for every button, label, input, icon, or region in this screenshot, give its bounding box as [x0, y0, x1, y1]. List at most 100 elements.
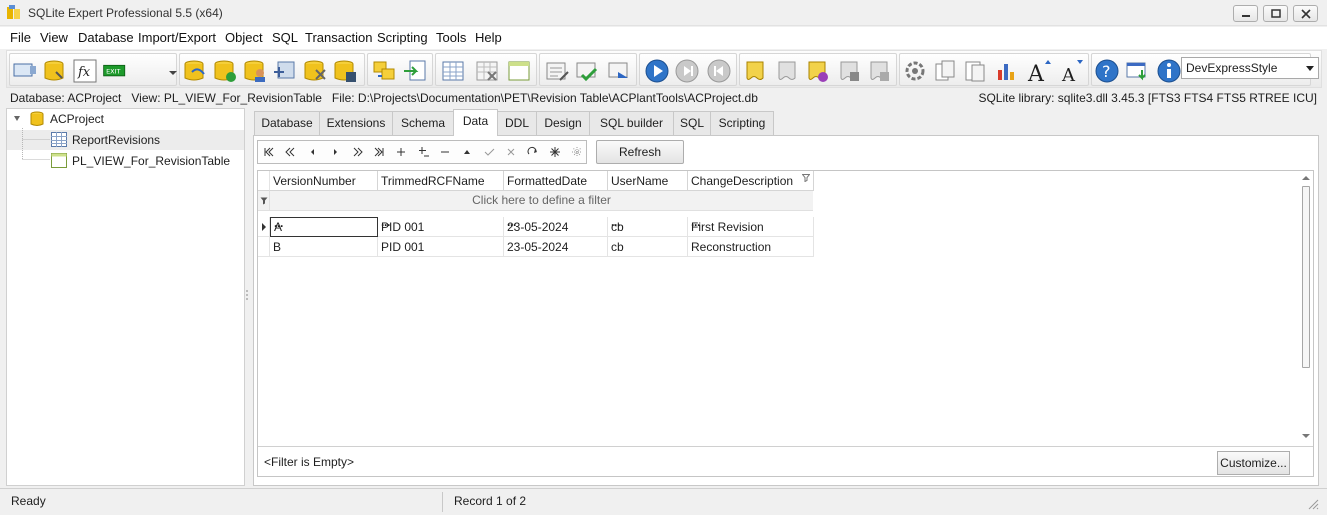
scroll-thumb[interactable]	[1302, 186, 1310, 368]
import-button[interactable]	[402, 58, 428, 84]
menu-help[interactable]: Help	[475, 30, 502, 45]
next-record-icon[interactable]	[327, 145, 343, 159]
tab-scripting[interactable]: Scripting	[710, 111, 774, 135]
drop-table-button[interactable]	[474, 58, 500, 84]
insert-record-icon[interactable]	[393, 145, 409, 159]
panel-splitter[interactable]	[245, 108, 251, 486]
table-cell[interactable]: cb ···	[608, 217, 688, 237]
db-user-button[interactable]	[242, 58, 268, 84]
step-back-button[interactable]	[706, 58, 732, 84]
resize-grip-icon[interactable]	[1307, 498, 1319, 510]
tab-ddl[interactable]: DDL	[497, 111, 537, 135]
chart-button[interactable]	[994, 58, 1020, 84]
table-cell[interactable]: B	[270, 237, 378, 257]
tab-sql[interactable]: SQL	[673, 111, 711, 135]
column-header[interactable]: FormattedDate	[504, 171, 608, 191]
tab-schema[interactable]: Schema	[392, 111, 454, 135]
style-select[interactable]: DevExpressStyle	[1181, 57, 1319, 79]
table-cell[interactable]: cb	[608, 237, 688, 257]
menu-tools[interactable]: Tools	[436, 30, 466, 45]
font-increase-button[interactable]: A	[1026, 58, 1052, 87]
bookmark-icon[interactable]	[547, 145, 563, 159]
font-decrease-button[interactable]: A	[1058, 58, 1084, 86]
copy-button[interactable]	[932, 58, 958, 84]
db-check-button[interactable]	[212, 58, 238, 84]
post-edit-icon[interactable]	[481, 145, 497, 159]
last-record-icon[interactable]	[371, 145, 387, 159]
update-button[interactable]	[1124, 58, 1150, 84]
copy-object-button[interactable]	[372, 58, 398, 84]
table-cell[interactable]: First Revision ···	[688, 217, 814, 237]
script-new-button[interactable]	[742, 58, 768, 84]
menu-scripting[interactable]: Scripting	[377, 30, 428, 45]
menu-sql[interactable]: SQL	[272, 30, 298, 45]
table-cell[interactable]: PID 001 ···	[378, 217, 504, 237]
refresh-button[interactable]: Refresh	[596, 140, 684, 164]
menu-transaction[interactable]: Transaction	[305, 30, 372, 45]
vertical-scrollbar[interactable]	[1298, 171, 1313, 446]
table-cell-focused[interactable]: A ···	[270, 217, 378, 237]
customize-button[interactable]: Customize...	[1217, 451, 1290, 475]
filter-row[interactable]: Click here to define a filter	[270, 191, 813, 211]
prev-record-icon[interactable]	[305, 145, 321, 159]
column-header[interactable]: UserName	[608, 171, 688, 191]
stop-button[interactable]	[674, 58, 700, 84]
menu-file[interactable]: File	[10, 30, 31, 45]
scroll-down-icon[interactable]	[1302, 433, 1310, 439]
next-page-icon[interactable]	[349, 145, 365, 159]
tab-sql-builder[interactable]: SQL builder	[589, 111, 674, 135]
filter-icon[interactable]	[802, 174, 810, 182]
toolbar-dropdown[interactable]	[160, 58, 177, 84]
exit-button[interactable]: EXIT	[102, 58, 134, 84]
open-database-button[interactable]	[42, 58, 68, 84]
row-indicator[interactable]	[258, 217, 270, 237]
column-header[interactable]: VersionNumber	[270, 171, 378, 191]
minimize-button[interactable]	[1233, 5, 1258, 22]
table-cell[interactable]: Reconstruction	[688, 237, 814, 257]
script-run-button[interactable]	[804, 58, 830, 84]
menu-object[interactable]: Object	[225, 30, 263, 45]
new-table-button[interactable]	[440, 58, 466, 84]
paste-button[interactable]	[962, 58, 988, 84]
refresh-records-icon[interactable]	[525, 145, 541, 159]
db-save-button[interactable]	[332, 58, 358, 84]
db-attach-button[interactable]	[272, 58, 298, 84]
execute-button[interactable]	[644, 58, 670, 84]
tab-extensions[interactable]: Extensions	[319, 111, 393, 135]
tab-data[interactable]: Data	[453, 109, 498, 136]
edit-record-icon[interactable]	[459, 145, 475, 159]
script-saveas-button[interactable]	[866, 58, 892, 84]
table-cell[interactable]: PID 001	[378, 237, 504, 257]
cancel-edit-icon[interactable]	[503, 145, 519, 159]
tab-design[interactable]: Design	[536, 111, 590, 135]
menu-import-export[interactable]: Import/Export	[138, 30, 216, 45]
connect-button[interactable]	[12, 58, 38, 84]
menu-view[interactable]: View	[40, 30, 68, 45]
rollback-button[interactable]	[606, 58, 632, 84]
menu-database[interactable]: Database	[78, 30, 134, 45]
column-header[interactable]: TrimmedRCFName	[378, 171, 504, 191]
collapse-icon[interactable]	[13, 115, 21, 123]
maximize-button[interactable]	[1263, 5, 1288, 22]
about-button[interactable]	[1156, 58, 1182, 84]
goto-bookmark-icon[interactable]	[569, 145, 585, 159]
first-record-icon[interactable]	[261, 145, 277, 159]
db-new-button[interactable]	[182, 58, 208, 84]
row-indicator[interactable]	[258, 237, 270, 257]
delete-record-icon[interactable]	[437, 145, 453, 159]
tab-database[interactable]: Database	[254, 111, 320, 135]
table-cell[interactable]: 23-05-2024 ···	[504, 217, 608, 237]
prev-page-icon[interactable]	[283, 145, 299, 159]
commit-button[interactable]	[574, 58, 600, 84]
settings-button[interactable]	[902, 58, 928, 84]
script-save-button[interactable]	[836, 58, 862, 84]
help-button[interactable]: ?	[1094, 58, 1120, 84]
function-button[interactable]: fx	[72, 58, 98, 84]
new-view-button[interactable]	[506, 58, 532, 84]
column-header[interactable]: ChangeDescription	[688, 171, 814, 191]
close-button[interactable]	[1293, 5, 1318, 22]
scroll-up-icon[interactable]	[1302, 175, 1310, 181]
append-record-icon[interactable]	[415, 145, 431, 159]
table-cell[interactable]: 23-05-2024	[504, 237, 608, 257]
script-open-button[interactable]	[774, 58, 800, 84]
